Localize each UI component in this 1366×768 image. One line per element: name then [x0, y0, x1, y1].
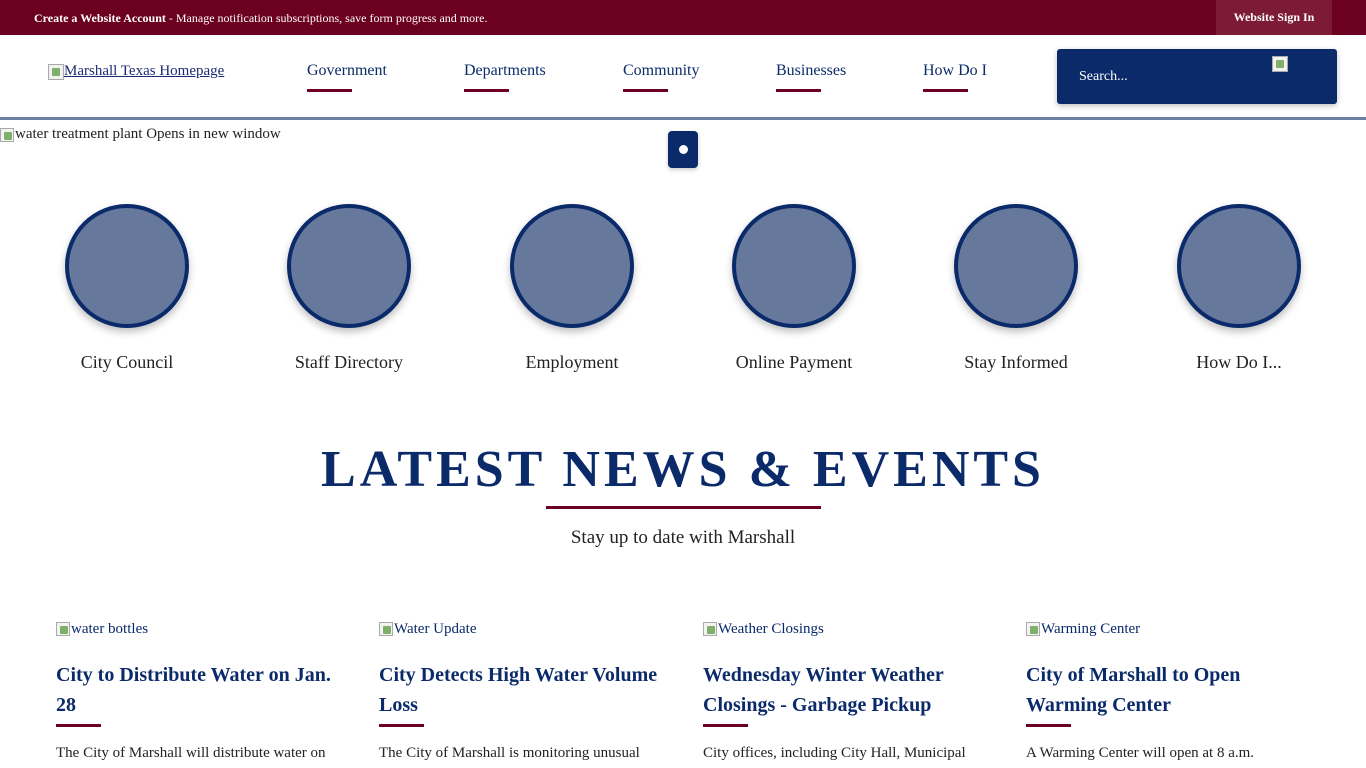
quick-link-label: Stay Informed [964, 352, 1068, 372]
nav-label: Community [623, 62, 700, 79]
hero-slide-image[interactable]: water treatment plant Opens in new windo… [0, 126, 281, 143]
nav-label: Departments [464, 62, 546, 79]
news-card-title[interactable]: City to Distribute Water on Jan. 28 [56, 660, 341, 720]
pager-dot-icon [679, 145, 688, 154]
news-card-image-alt: Weather Closings [718, 620, 824, 637]
news-section-subtitle: Stay up to date with Marshall [570, 527, 796, 548]
news-card-image-alt: Warming Center [1041, 620, 1141, 637]
news-card-image[interactable]: Warming Center [1026, 618, 1311, 640]
news-card-image[interactable]: Water Update [379, 618, 664, 640]
news-card-image-alt: water bottles [71, 620, 149, 637]
nav-label: How Do I [923, 62, 987, 79]
broken-image-icon [56, 622, 70, 636]
quick-link-staff-directory[interactable]: Staff Directory [287, 204, 411, 372]
nav-underline [923, 89, 968, 92]
news-card-title[interactable]: City of Marshall to Open Warming Center [1026, 660, 1311, 720]
announcement-bold[interactable]: Create a Website Account [34, 11, 166, 25]
account-announcement[interactable]: Create a Website Account - Manage notifi… [34, 11, 487, 26]
broken-image-icon [0, 127, 14, 142]
quick-link-how-do-i[interactable]: How Do I... [1177, 204, 1301, 372]
site-header: Marshall Texas Homepage Government Depar… [0, 35, 1366, 117]
search-icon [1272, 56, 1288, 73]
quick-link-stay-informed[interactable]: Stay Informed [954, 204, 1078, 372]
quick-link-circle [1177, 204, 1301, 328]
nav-underline [307, 89, 352, 92]
nav-label: Businesses [776, 62, 847, 79]
top-announcement-bar: Create a Website Account - Manage notifi… [0, 0, 1366, 35]
news-card-title[interactable]: City Detects High Water Volume Loss [379, 660, 664, 720]
nav-businesses[interactable]: Businesses [776, 62, 846, 92]
news-card-title[interactable]: Wednesday Winter Weather Closings - Garb… [703, 660, 988, 720]
nav-underline [776, 89, 821, 92]
news-card-rule [1026, 724, 1071, 727]
nav-underline [464, 89, 509, 92]
news-card-description: A Warming Center will open at 8 a.m. Sat… [1026, 745, 1255, 761]
quick-link-label: Online Payment [735, 352, 853, 372]
nav-government[interactable]: Government [307, 62, 387, 92]
news-card-rule [56, 724, 101, 727]
news-card: Weather Closings Wednesday Winter Weathe… [703, 618, 988, 768]
news-section-title: LATEST NEWS & EVENTS [321, 441, 1045, 498]
search-input[interactable] [1079, 66, 1259, 88]
slideshow-pager-button[interactable] [668, 131, 698, 168]
nav-how-do-i[interactable]: How Do I [923, 62, 987, 92]
news-card-image[interactable]: Weather Closings [703, 618, 988, 640]
header-divider [0, 117, 1366, 120]
broken-image-icon [703, 622, 717, 636]
announcement-text: - Manage notification subscriptions, sav… [165, 11, 488, 25]
news-card-description: The City of Marshall is monitoring unusu… [379, 745, 640, 761]
news-card-description: The City of Marshall will distribute wat… [56, 745, 326, 761]
news-title-rule [546, 506, 821, 509]
news-card-description: City offices, including City Hall, Munic… [703, 745, 966, 761]
site-search [1057, 49, 1337, 104]
hero-alt-text: water treatment plant Opens in new windo… [15, 126, 281, 142]
search-button[interactable] [1272, 55, 1292, 75]
quick-link-label: City Council [80, 352, 174, 372]
news-card-rule [379, 724, 424, 727]
quick-link-label: How Do I... [1196, 352, 1282, 372]
news-card: Water Update City Detects High Water Vol… [379, 618, 664, 768]
website-sign-in-button[interactable]: Website Sign In [1216, 0, 1332, 35]
quick-link-circle [65, 204, 189, 328]
nav-community[interactable]: Community [623, 62, 699, 92]
quick-link-label: Staff Directory [294, 352, 404, 372]
quick-link-circle [510, 204, 634, 328]
quick-link-label: Employment [525, 352, 619, 372]
quick-link-employment[interactable]: Employment [510, 204, 634, 372]
quick-link-circle [732, 204, 856, 328]
quick-link-circle [954, 204, 1078, 328]
nav-underline [623, 89, 668, 92]
nav-departments[interactable]: Departments [464, 62, 546, 92]
quick-link-circle [287, 204, 411, 328]
quick-link-online-payment[interactable]: Online Payment [732, 204, 856, 372]
news-card-rule [703, 724, 748, 727]
main-navigation: Government Departments Community Busines… [0, 62, 1050, 102]
news-card: Warming Center City of Marshall to Open … [1026, 618, 1311, 768]
nav-label: Government [307, 62, 387, 79]
news-card-image-alt: Water Update [394, 620, 477, 637]
broken-image-icon [1026, 622, 1040, 636]
quick-link-city-council[interactable]: City Council [65, 204, 189, 372]
broken-image-icon [379, 622, 393, 636]
news-card: water bottles City to Distribute Water o… [56, 618, 341, 768]
news-card-image[interactable]: water bottles [56, 618, 341, 640]
